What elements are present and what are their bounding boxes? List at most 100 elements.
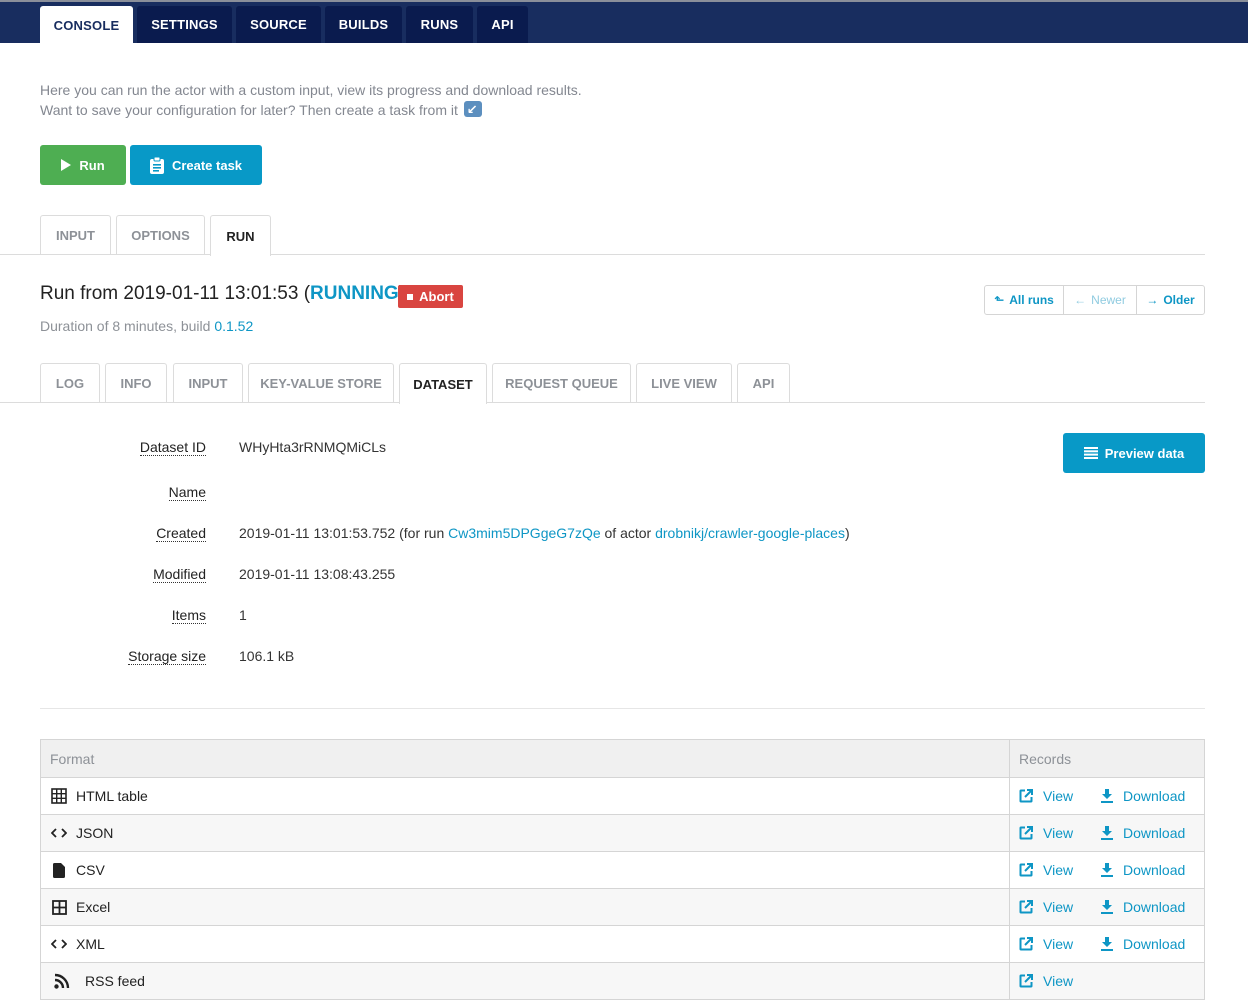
tab-log[interactable]: LOG <box>40 363 100 403</box>
records-cell: View Download <box>1010 852 1204 888</box>
tab-run-input[interactable]: INPUT <box>173 363 243 403</box>
records-cell: View Download <box>1010 926 1204 962</box>
format-name: JSON <box>76 825 114 841</box>
format-name: RSS feed <box>85 973 145 989</box>
format-row-excel: Excel View Download <box>41 889 1204 926</box>
tab-runs[interactable]: RUNS <box>406 6 473 43</box>
intro-line-1: Here you can run the actor with a custom… <box>40 82 582 98</box>
download-icon <box>1101 937 1113 951</box>
download-link[interactable]: Download <box>1101 899 1185 915</box>
tab-dataset[interactable]: DATASET <box>399 363 487 404</box>
external-link-icon <box>1019 937 1033 951</box>
download-icon <box>1101 863 1113 877</box>
storage-size-value: 106.1 kB <box>239 648 295 664</box>
format-name: CSV <box>76 862 105 878</box>
external-link-icon <box>1019 974 1033 988</box>
tab-input[interactable]: INPUT <box>40 215 111 255</box>
external-link-icon <box>1019 900 1033 914</box>
format-name: XML <box>76 936 105 952</box>
format-cell: RSS feed <box>41 963 1010 999</box>
run-status: RUNNING <box>310 283 399 304</box>
formats-table-header: Format Records <box>41 740 1204 778</box>
view-link[interactable]: View <box>1019 788 1101 804</box>
download-link[interactable]: Download <box>1101 862 1185 878</box>
actor-link[interactable]: drobnikj/crawler-google-places <box>655 525 845 541</box>
code-icon <box>50 938 68 950</box>
run-duration: Duration of 8 minutes, build 0.1.52 <box>40 318 254 334</box>
older-button[interactable]: → Older <box>1137 286 1204 314</box>
format-name: Excel <box>76 899 111 915</box>
tab-console[interactable]: CONSOLE <box>40 6 133 45</box>
external-link-icon <box>1019 826 1033 840</box>
tab-source[interactable]: SOURCE <box>236 6 321 43</box>
view-link[interactable]: View <box>1019 899 1101 915</box>
dataset-id-label: Dataset ID <box>139 439 206 456</box>
arrow-left-icon: ← <box>1074 293 1087 307</box>
records-column-header: Records <box>1019 750 1072 767</box>
format-cell: Excel <box>41 889 1010 925</box>
items-label: Items <box>171 607 206 624</box>
format-row-html-table: HTML table View Download <box>41 778 1204 815</box>
format-row-rss-feed: RSS feed View <box>41 963 1204 1000</box>
run-button[interactable]: Run <box>40 145 126 185</box>
arrow-up-left-icon: ⬑ <box>994 293 1005 307</box>
view-link[interactable]: View <box>1019 825 1101 841</box>
rss-icon <box>53 973 71 989</box>
tab-builds[interactable]: BUILDS <box>325 6 402 43</box>
view-link[interactable]: View <box>1019 973 1101 989</box>
tab-live-view[interactable]: LIVE VIEW <box>636 363 732 403</box>
arrow-right-icon: → <box>1146 293 1159 307</box>
tab-run-api[interactable]: API <box>737 363 790 403</box>
format-row-xml: XML View Download <box>41 926 1204 963</box>
created-value: 2019-01-11 13:01:53.752 (for run Cw3mim5… <box>239 525 850 541</box>
stop-icon <box>407 293 414 300</box>
arrow-down-left-icon <box>463 100 482 120</box>
external-link-icon <box>1019 789 1033 803</box>
tab-key-value-store[interactable]: KEY-VALUE STORE <box>248 363 394 403</box>
name-label: Name <box>168 484 206 501</box>
dataset-id-value: WHyHta3rRNMQMiCLs <box>239 439 386 455</box>
intro-text: Here you can run the actor with a custom… <box>40 80 582 120</box>
view-link[interactable]: View <box>1019 862 1101 878</box>
create-task-button[interactable]: Create task <box>130 145 262 185</box>
modified-label: Modified <box>153 566 206 583</box>
tab-options[interactable]: OPTIONS <box>116 215 205 255</box>
format-cell: CSV <box>41 852 1010 888</box>
tab-api[interactable]: API <box>477 6 528 43</box>
view-link[interactable]: View <box>1019 936 1101 952</box>
list-icon <box>1083 447 1098 459</box>
formats-table: Format Records HTML table View Download … <box>40 739 1205 1000</box>
records-cell: View Download <box>1010 778 1204 814</box>
records-cell: View Download <box>1010 889 1204 925</box>
download-link[interactable]: Download <box>1101 936 1185 952</box>
items-value: 1 <box>239 607 247 623</box>
format-row-csv: CSV View Download <box>41 852 1204 889</box>
preview-data-button[interactable]: Preview data <box>1063 433 1205 473</box>
run-tabs-divider <box>0 402 1205 403</box>
newer-button[interactable]: ← Newer <box>1064 286 1137 314</box>
code-icon <box>50 827 68 839</box>
all-runs-button[interactable]: ⬑ All runs <box>985 286 1064 314</box>
abort-button[interactable]: Abort <box>398 285 463 308</box>
clipboard-icon <box>149 156 164 174</box>
tab-info[interactable]: INFO <box>105 363 167 403</box>
grid-icon <box>50 899 68 915</box>
intro-line-2: Want to save your configuration for late… <box>40 100 582 120</box>
modified-value: 2019-01-11 13:08:43.255 <box>239 566 396 582</box>
play-icon <box>61 159 72 171</box>
tab-settings[interactable]: SETTINGS <box>137 6 232 43</box>
run-id-link[interactable]: Cw3mim5DPGgeG7zQe <box>448 525 601 541</box>
storage-size-label: Storage size <box>128 648 206 665</box>
records-cell: View <box>1010 963 1204 999</box>
download-link[interactable]: Download <box>1101 825 1185 841</box>
download-icon <box>1101 900 1113 914</box>
section-divider <box>40 708 1205 709</box>
created-label: Created <box>156 525 206 542</box>
top-nav: CONSOLE SETTINGS SOURCE BUILDS RUNS API <box>0 0 1248 45</box>
build-link[interactable]: 0.1.52 <box>214 318 253 334</box>
format-cell: HTML table <box>41 778 1010 814</box>
tab-request-queue[interactable]: REQUEST QUEUE <box>492 363 631 403</box>
tab-run[interactable]: RUN <box>210 215 271 256</box>
download-link[interactable]: Download <box>1101 788 1185 804</box>
file-icon <box>50 862 68 878</box>
